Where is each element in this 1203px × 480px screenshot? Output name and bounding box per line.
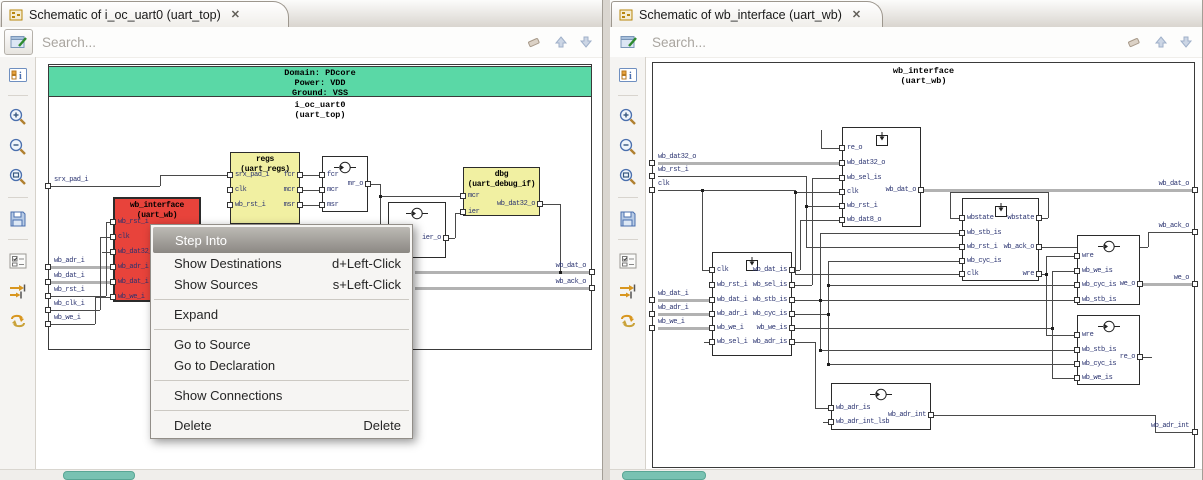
show-connections-button[interactable] xyxy=(615,278,641,303)
menu-separator xyxy=(154,380,409,381)
tab-schematic-uart-wb[interactable]: Schematic of wb_interface (uart_wb) ✕ xyxy=(611,1,883,27)
menu-separator xyxy=(154,299,409,300)
left-hscrollbar xyxy=(0,469,602,480)
search-input[interactable] xyxy=(33,33,526,51)
menu-item-accel: s+Left-Click xyxy=(332,277,401,292)
tab-schematic-uart-top[interactable]: Schematic of i_oc_uart0 (uart_top) ✕ xyxy=(1,1,289,27)
close-icon[interactable]: ✕ xyxy=(231,8,240,21)
zoom-out-icon xyxy=(9,138,26,155)
next-match-icon[interactable] xyxy=(1179,35,1193,49)
svg-text:i: i xyxy=(629,71,632,82)
menu-item-show-destinations[interactable]: Show Destinations d+Left-Click xyxy=(152,253,411,274)
info-grid-icon: i xyxy=(8,67,27,82)
domain-label: Domain: PDcore xyxy=(284,68,356,78)
pane-right: Schematic of wb_interface (uart_wb) ✕ i xyxy=(610,0,1203,480)
menu-separator xyxy=(154,410,409,411)
hscroll-thumb[interactable] xyxy=(622,471,706,480)
menu-item-label: Delete xyxy=(174,418,212,433)
module-title: wb_interface (uart_wb) xyxy=(892,66,955,86)
menu-item-label: Step Into xyxy=(175,232,228,248)
menu-item-delete[interactable]: Delete Delete xyxy=(152,415,411,436)
zoom-in-icon xyxy=(9,108,26,125)
swap-arrows-icon xyxy=(10,314,25,327)
tab-title: Schematic of wb_interface (uart_wb) xyxy=(639,7,842,22)
clear-search-icon[interactable] xyxy=(526,35,543,49)
menu-item-step-into[interactable]: Step Into xyxy=(153,227,410,253)
zoom-fit-icon xyxy=(9,168,26,185)
left-tabbar: Schematic of i_oc_uart0 (uart_top) ✕ xyxy=(0,0,602,28)
schematic-icon xyxy=(9,9,23,20)
save-button[interactable] xyxy=(615,206,641,231)
options-button[interactable] xyxy=(5,248,31,273)
trace-arrows-icon xyxy=(9,284,25,298)
context-menu: Step Into Show Destinations d+Left-Click Sh… xyxy=(150,224,413,439)
save-icon xyxy=(10,211,25,226)
edit-search-icon xyxy=(620,36,637,48)
search-options-button[interactable] xyxy=(614,29,643,55)
menu-item-label: Show Sources xyxy=(174,277,258,292)
right-search-row xyxy=(610,27,1202,58)
zoom-out-button[interactable] xyxy=(5,134,31,159)
power-label: Power: VDD xyxy=(294,78,346,88)
tab-title: Schematic of i_oc_uart0 (uart_top) xyxy=(29,7,221,22)
power-domain-banner: Domain: PDcore Power: VDD Ground: VSS xyxy=(48,66,592,98)
properties-button[interactable]: i xyxy=(615,62,641,87)
menu-item-label: Go to Declaration xyxy=(174,358,276,373)
menu-separator xyxy=(154,329,409,330)
save-button[interactable] xyxy=(5,206,31,231)
schematic-icon xyxy=(619,9,633,20)
left-search-row xyxy=(0,27,602,58)
search-options-button[interactable] xyxy=(4,29,33,55)
ground-label: Ground: VSS xyxy=(291,88,349,98)
svg-text:i: i xyxy=(19,71,22,82)
left-toolbar: i xyxy=(0,57,36,470)
previous-match-icon[interactable] xyxy=(554,35,568,49)
zoom-in-button[interactable] xyxy=(615,104,641,129)
menu-item-accel: d+Left-Click xyxy=(332,256,401,271)
close-icon[interactable]: ✕ xyxy=(852,8,861,21)
menu-item-label: Show Destinations xyxy=(174,256,282,271)
right-tabbar: Schematic of wb_interface (uart_wb) ✕ xyxy=(610,0,1202,28)
menu-item-label: Expand xyxy=(174,307,219,322)
next-match-icon[interactable] xyxy=(579,35,593,49)
menu-item-label: Go to Source xyxy=(174,337,251,352)
menu-item-go-to-declaration[interactable]: Go to Declaration xyxy=(152,355,411,376)
menu-item-expand[interactable]: Expand xyxy=(152,304,411,325)
right-toolbar: i xyxy=(610,57,646,470)
zoom-in-button[interactable] xyxy=(5,104,31,129)
menu-item-show-sources[interactable]: Show Sources s+Left-Click xyxy=(152,274,411,295)
schematic-boundary xyxy=(652,62,1195,468)
previous-match-icon[interactable] xyxy=(1154,35,1168,49)
menu-item-label: Show Connections xyxy=(174,388,283,403)
show-connections-button[interactable] xyxy=(5,278,31,303)
menu-item-accel: Delete xyxy=(363,418,401,433)
refresh-swap-button[interactable] xyxy=(615,308,641,333)
zoom-fit-button[interactable] xyxy=(615,164,641,189)
refresh-swap-button[interactable] xyxy=(5,308,31,333)
search-input[interactable] xyxy=(643,33,1126,51)
zoom-fit-button[interactable] xyxy=(5,164,31,189)
edit-search-icon xyxy=(10,36,27,48)
clear-search-icon[interactable] xyxy=(1126,35,1143,49)
hscroll-thumb[interactable] xyxy=(63,471,135,480)
menu-item-go-to-source[interactable]: Go to Source xyxy=(152,334,411,355)
menu-item-show-connections[interactable]: Show Connections xyxy=(152,385,411,406)
options-button[interactable] xyxy=(615,248,641,273)
right-hscrollbar xyxy=(610,469,1202,480)
schematic-viewer-window: Schematic of i_oc_uart0 (uart_top) ✕ i xyxy=(0,0,1203,480)
instance-title: i_oc_uart0 (uart_top) xyxy=(294,100,346,120)
zoom-out-button[interactable] xyxy=(615,134,641,159)
properties-button[interactable]: i xyxy=(5,62,31,87)
checklist-icon xyxy=(9,253,26,268)
